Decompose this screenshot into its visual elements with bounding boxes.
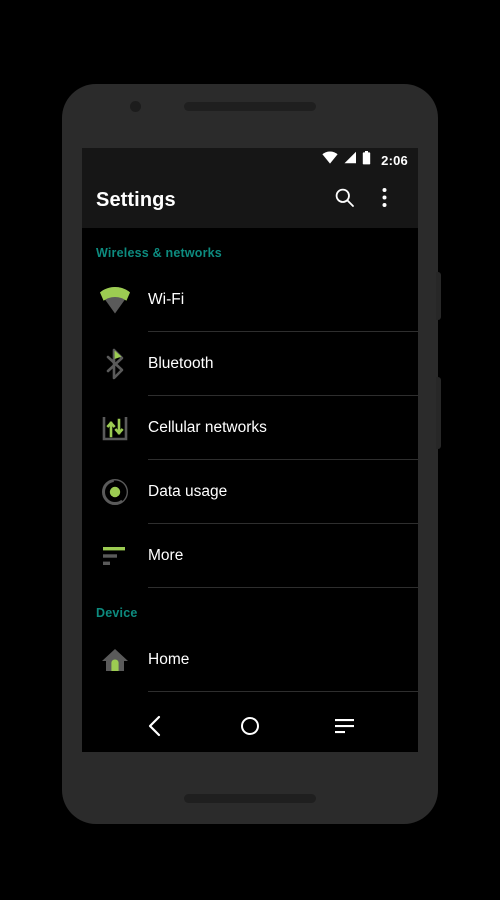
back-button[interactable] [132, 708, 178, 748]
battery-icon [362, 150, 371, 170]
status-bar-icons: 2:06 [322, 150, 408, 170]
power-button[interactable] [436, 272, 441, 320]
recents-button[interactable] [322, 708, 368, 748]
status-bar-time: 2:06 [381, 152, 408, 168]
page-title: Settings [96, 188, 176, 211]
list-item-label: Cellular networks [148, 419, 267, 436]
recents-lines-icon [334, 717, 356, 740]
navigation-bar [82, 704, 418, 752]
cellular-signal-icon [343, 151, 357, 169]
data-usage-icon [82, 477, 148, 507]
search-icon [334, 187, 355, 213]
settings-list[interactable]: Wireless & networks Wi-Fi Bluetooth Cell… [82, 228, 418, 704]
overflow-menu-button[interactable] [364, 180, 404, 220]
list-item-label: Data usage [148, 483, 228, 500]
status-bar: 2:06 [82, 148, 418, 172]
list-item-bluetooth[interactable]: Bluetooth [82, 332, 418, 396]
home-circle-icon [240, 716, 260, 741]
back-chevron-icon [145, 715, 165, 742]
overflow-menu-icon [382, 187, 387, 213]
section-header-device: Device [96, 606, 138, 620]
list-item-home[interactable]: Home [82, 628, 418, 692]
front-camera [130, 101, 141, 112]
phone-screen: 2:06 Settings Wireless & networks Wi-Fi … [82, 148, 418, 752]
bottom-speaker [184, 794, 316, 803]
list-item-label: Wi-Fi [148, 291, 185, 308]
home-button[interactable] [227, 708, 273, 748]
wifi-icon [82, 285, 148, 315]
cellular-networks-icon [82, 413, 148, 443]
list-item-label: Home [148, 651, 190, 668]
list-item-label: More [148, 547, 184, 564]
search-button[interactable] [324, 180, 364, 220]
list-item-cellular-networks[interactable]: Cellular networks [82, 396, 418, 460]
volume-button[interactable] [436, 377, 441, 449]
section-header-wireless: Wireless & networks [96, 246, 222, 260]
home-icon [82, 646, 148, 674]
app-bar: Settings [82, 172, 418, 228]
list-item-wifi[interactable]: Wi-Fi [82, 268, 418, 332]
bluetooth-icon [82, 348, 148, 380]
list-item-more[interactable]: More [82, 524, 418, 588]
list-item-label: Bluetooth [148, 355, 214, 372]
more-settings-icon [82, 545, 148, 567]
earpiece-speaker [184, 102, 316, 111]
list-item-data-usage[interactable]: Data usage [82, 460, 418, 524]
wifi-icon [322, 151, 338, 169]
